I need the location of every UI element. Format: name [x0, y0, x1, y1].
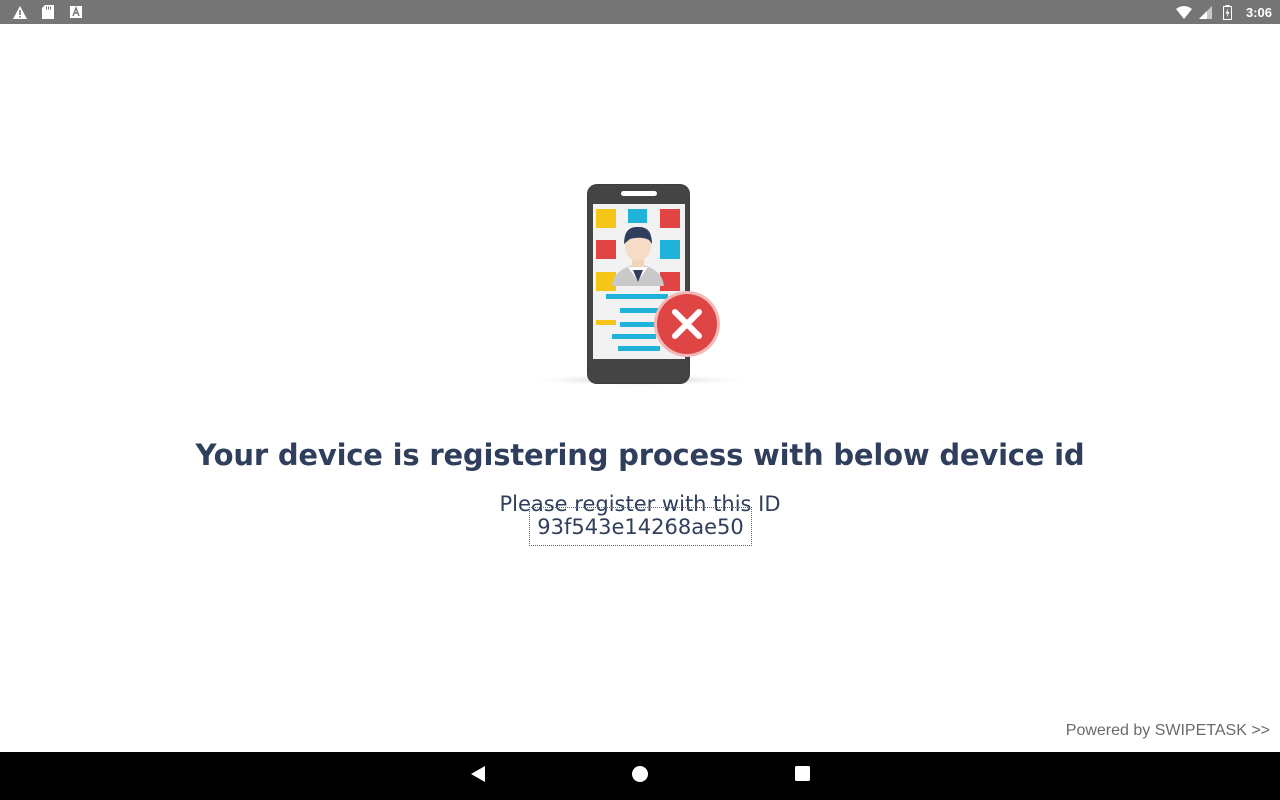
wifi-icon — [1175, 4, 1192, 20]
status-bar: 3:06 — [0, 0, 1280, 24]
back-button[interactable] — [466, 764, 490, 788]
page-title: Your device is registering process with … — [195, 438, 1085, 472]
recents-icon — [794, 766, 810, 786]
phone-registration-error-icon — [520, 182, 760, 392]
signal-icon — [1198, 4, 1214, 20]
battery-charging-icon — [1220, 4, 1236, 20]
status-right-icons: 3:06 — [1175, 4, 1272, 20]
status-left-icons — [12, 4, 84, 20]
navigation-bar — [0, 752, 1280, 800]
home-button[interactable] — [628, 764, 652, 788]
home-icon — [632, 765, 648, 787]
keyboard-a-icon — [68, 4, 84, 20]
status-time: 3:06 — [1245, 4, 1272, 20]
back-icon — [471, 765, 485, 787]
powered-by-link[interactable]: Powered by SWIPETASK >> — [1066, 722, 1270, 740]
sd-card-icon — [40, 4, 56, 20]
device-id-field[interactable]: 93f543e14268ae50 — [529, 507, 752, 546]
main-content: Your device is registering process with … — [0, 24, 1280, 752]
recents-button[interactable] — [790, 764, 814, 788]
warning-icon — [12, 4, 28, 20]
